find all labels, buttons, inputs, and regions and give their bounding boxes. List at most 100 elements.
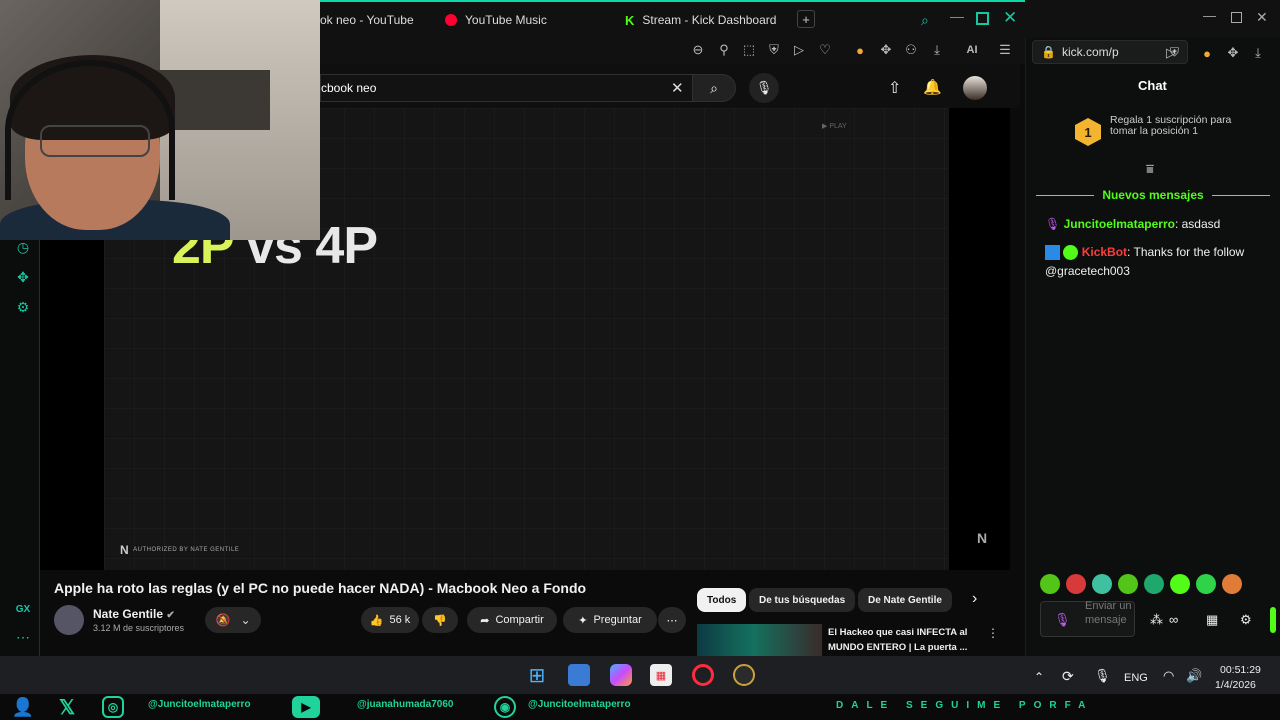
kick-download-icon[interactable]: ⤓: [1250, 45, 1266, 61]
clock-time[interactable]: 00:51:29: [1220, 664, 1261, 676]
channel-avatar[interactable]: [54, 605, 84, 635]
windows-taskbar: [0, 656, 1280, 694]
clock-date[interactable]: 1/4/2026: [1215, 679, 1256, 691]
voice-search-button[interactable]: 🎙: [749, 73, 779, 103]
tab-youtube[interactable]: ok neo - YouTube: [320, 8, 414, 32]
emote-icon[interactable]: [1118, 574, 1138, 594]
chip-channel[interactable]: De Nate Gentile: [858, 588, 952, 612]
recommended-title[interactable]: El Hackeo que casi INFECTA al MUNDO ENTE…: [828, 625, 978, 655]
kick-play-icon[interactable]: ▷: [1163, 45, 1179, 61]
wifi-icon[interactable]: ◠: [1163, 668, 1174, 684]
clear-search-icon[interactable]: ✕: [671, 79, 684, 97]
search-input[interactable]: cbook neo ✕: [320, 74, 692, 102]
store-app-icon[interactable]: ▦: [650, 664, 672, 686]
store-icon[interactable]: ▦: [1206, 612, 1218, 628]
chip-searches[interactable]: De tus búsquedas: [749, 588, 856, 612]
language-indicator[interactable]: ENG: [1124, 672, 1148, 684]
chip-all[interactable]: Todos: [697, 588, 747, 612]
kick-extensions-icon[interactable]: ✥: [1225, 45, 1241, 61]
snapshot-icon[interactable]: ⬚: [741, 42, 757, 58]
kick-extension-icon[interactable]: ●: [1199, 45, 1215, 61]
gx-corner-icon[interactable]: GX: [14, 600, 32, 618]
microphone-tray-icon[interactable]: 🎙: [1094, 668, 1111, 684]
tray-overflow-icon[interactable]: ⌃: [1034, 670, 1044, 684]
thumbs-down-icon: 👎: [433, 614, 447, 627]
chips-next-icon[interactable]: ›: [972, 590, 977, 608]
share-button[interactable]: ➦ Compartir: [467, 607, 557, 633]
notifications-bell-icon[interactable]: 🔔: [923, 78, 942, 96]
history-icon[interactable]: ◷: [14, 238, 32, 256]
maximize-icon[interactable]: [976, 12, 989, 25]
windows-start-icon[interactable]: ⊞: [526, 664, 548, 687]
verified-badge-icon: [1063, 245, 1079, 261]
infinity-icon[interactable]: ∞: [1169, 612, 1178, 627]
emote-icon[interactable]: [1222, 574, 1242, 594]
channel-name[interactable]: Nate Gentile ✔: [93, 607, 175, 621]
settings-gear-icon[interactable]: ⚙: [14, 298, 32, 316]
lock-icon: 🔒: [1041, 45, 1056, 59]
recommended-thumbnail[interactable]: [697, 624, 822, 656]
opera-gx-icon[interactable]: [692, 664, 714, 686]
microphone-badge-icon: 🎙: [1045, 217, 1061, 231]
upload-icon[interactable]: ⇧: [888, 78, 901, 98]
minimize-icon[interactable]: —: [950, 8, 964, 24]
dislike-button[interactable]: 👎: [422, 607, 458, 633]
emote-icon[interactable]: [1196, 574, 1216, 594]
subscription-bell-button[interactable]: 🔕 ⌄: [205, 607, 261, 633]
sync-icon[interactable]: ⟳: [1062, 668, 1074, 685]
emote-icon[interactable]: [1040, 574, 1060, 594]
profile-icon[interactable]: ⚇: [903, 42, 919, 58]
copilot-icon[interactable]: [610, 664, 632, 686]
search-button[interactable]: ⌕: [692, 74, 736, 102]
shield-icon[interactable]: ⛨: [766, 42, 782, 58]
more-icon[interactable]: ⋯: [14, 628, 32, 646]
chat-username[interactable]: Juncitoelmataperro: [1064, 217, 1175, 231]
search-tabs-icon[interactable]: ⌕: [921, 12, 929, 29]
close-window-icon[interactable]: ✕: [1003, 8, 1017, 28]
chat-settings-icon[interactable]: ⚙: [1240, 612, 1252, 628]
share-icon: ➦: [480, 614, 490, 627]
volume-icon[interactable]: 🔊: [1186, 668, 1202, 684]
recommended-menu-icon[interactable]: ⋮: [987, 626, 999, 640]
commands-icon[interactable]: ⁂: [1150, 612, 1163, 628]
microphone-icon[interactable]: 🎙: [1054, 612, 1071, 628]
user-icon: 👤: [11, 696, 35, 717]
tab-kick-dashboard[interactable]: K Stream - Kick Dashboard: [625, 8, 776, 32]
send-button[interactable]: [1270, 607, 1276, 633]
obs-icon[interactable]: [733, 664, 755, 686]
chat-username[interactable]: KickBot: [1082, 245, 1127, 259]
instagram-handle: @Juncitoelmataperro: [148, 699, 251, 710]
gift-subscription-text[interactable]: Regala 1 suscripción para tomar la posic…: [1110, 115, 1240, 137]
pin-icon[interactable]: ⚲: [716, 42, 732, 58]
heart-icon[interactable]: ♡: [817, 42, 833, 58]
thumbs-up-icon: 👍: [369, 614, 384, 627]
extensions-icon[interactable]: ✥: [878, 42, 894, 58]
zoom-icon[interactable]: ⊖: [690, 42, 706, 58]
kick-maximize-icon[interactable]: [1231, 12, 1242, 23]
file-explorer-icon[interactable]: [568, 664, 590, 686]
more-actions-button[interactable]: ⋯: [658, 607, 686, 633]
emote-icon[interactable]: [1066, 574, 1086, 594]
menu-icon[interactable]: ☰: [997, 42, 1013, 58]
tab-label: YouTube Music: [465, 13, 547, 27]
download-icon[interactable]: ⤓: [929, 42, 945, 58]
watermark-text: AUTHORIZED BY NATE GENTILE: [133, 547, 240, 553]
ai-button[interactable]: AI: [958, 42, 986, 58]
extension-avatar-icon[interactable]: ●: [852, 42, 868, 58]
like-button[interactable]: 👍 56 k: [361, 607, 419, 633]
ask-button[interactable]: ✦ Preguntar: [563, 607, 657, 633]
filter-icon[interactable]: ⩸: [1146, 161, 1154, 177]
new-tab-button[interactable]: +: [797, 10, 815, 28]
emote-icon[interactable]: [1170, 574, 1190, 594]
account-avatar[interactable]: [963, 76, 987, 100]
channel-watermark-icon[interactable]: N: [977, 530, 987, 546]
kick-close-icon[interactable]: ✕: [1256, 9, 1268, 26]
emote-icon[interactable]: [1092, 574, 1112, 594]
emote-icon[interactable]: [1144, 574, 1164, 594]
play-icon[interactable]: ▷: [791, 42, 807, 58]
kick-minimize-icon[interactable]: —: [1203, 8, 1216, 23]
extensions-icon[interactable]: ✥: [14, 268, 32, 286]
tab-label: Stream - Kick Dashboard: [642, 13, 777, 27]
footer-slogan: DALE SEGUIME PORFA: [836, 700, 1094, 711]
tab-youtube-music[interactable]: YouTube Music: [445, 8, 547, 32]
